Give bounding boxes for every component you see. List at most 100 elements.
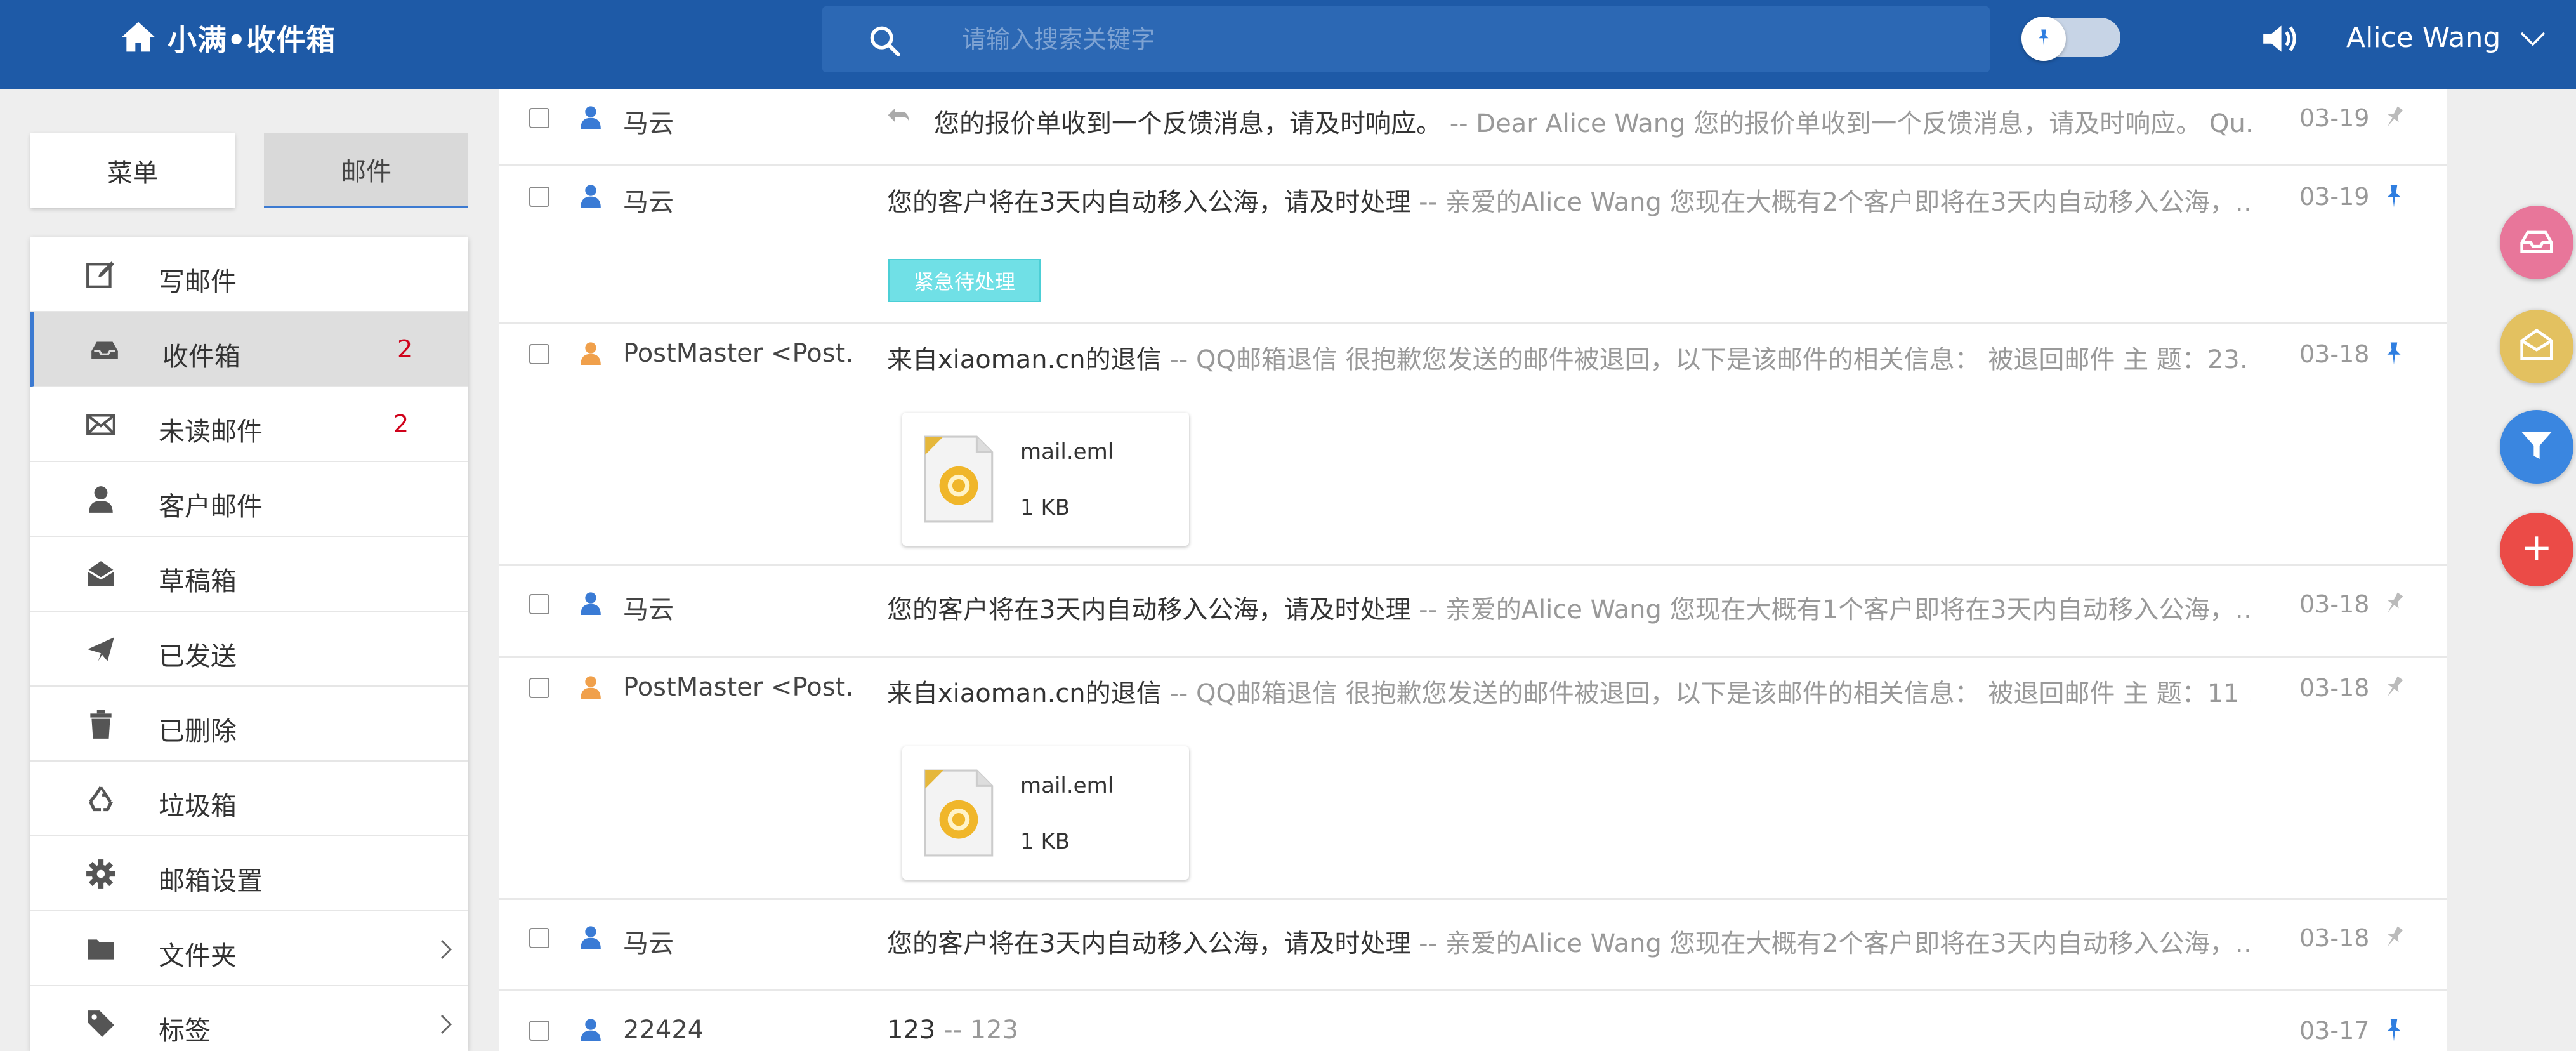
mail-summary[interactable]: 您的客户将在3天内自动移入公海，请及时处理 -- 亲爱的Alice Wang 您… xyxy=(887,923,2251,960)
mail-date: 03-19 xyxy=(2299,183,2370,211)
mail-date: 03-18 xyxy=(2299,590,2370,618)
pin-icon[interactable] xyxy=(2381,673,2407,702)
row-checkbox[interactable] xyxy=(529,187,549,207)
mail-row[interactable]: 22424 123 -- 123 03-17 xyxy=(499,991,2447,1051)
chevron-down-icon xyxy=(2520,22,2546,54)
brand[interactable]: 小满•收件箱 xyxy=(121,17,336,60)
mail-preview: -- QQ邮箱退信 很抱歉您发送的邮件被退回，以下是该邮件的相关信息： 被退回邮… xyxy=(1161,679,2251,708)
mail-subject: 您的报价单收到一个反馈消息，请及时响应。 xyxy=(934,109,1442,138)
person-icon xyxy=(579,104,603,129)
mail-subject: 您的客户将在3天内自动移入公海，请及时处理 xyxy=(887,929,1411,958)
chevron-right-icon xyxy=(439,938,453,961)
mail-row[interactable]: 马云 您的客户将在3天内自动移入公海，请及时处理 -- 亲爱的Alice Wan… xyxy=(499,566,2447,658)
sidebar-item-label: 已发送 xyxy=(159,641,237,671)
sidebar-item-junk[interactable]: 垃圾箱 xyxy=(30,762,468,836)
row-checkbox[interactable] xyxy=(529,928,549,948)
sidebar-item-label: 文件夹 xyxy=(159,941,237,971)
sidebar-item-deleted[interactable]: 已删除 xyxy=(30,687,468,762)
brand-name: 小满•收件箱 xyxy=(168,23,336,57)
mail-row[interactable]: PostMaster <Post… 来自xiaoman.cn的退信 -- QQ邮… xyxy=(499,324,2447,566)
person-icon xyxy=(579,924,603,949)
attachment-name: mail.eml xyxy=(1020,439,1114,465)
mail-sender: 马云 xyxy=(623,595,674,625)
filter-fab-button[interactable] xyxy=(2500,410,2573,484)
mail-subject: 来自xiaoman.cn的退信 xyxy=(887,345,1162,374)
search-bar[interactable] xyxy=(822,6,1990,72)
sidebar-item-label: 邮箱设置 xyxy=(159,866,263,896)
mail-row[interactable]: 马云 您的报价单收到一个反馈消息，请及时响应。 -- Dear Alice Wa… xyxy=(499,89,2447,166)
mail-row[interactable]: 马云 您的客户将在3天内自动移入公海，请及时处理 -- 亲爱的Alice Wan… xyxy=(499,166,2447,324)
person-icon xyxy=(579,340,603,366)
compose-icon xyxy=(84,259,118,291)
mail-sender: PostMaster <Post… xyxy=(623,339,851,368)
person-icon xyxy=(579,590,603,616)
chevron-right-icon xyxy=(439,1013,453,1036)
mail-sender: PostMaster <Post… xyxy=(623,673,851,702)
inbox-fab-button[interactable] xyxy=(2500,206,2573,279)
open-envelope-icon xyxy=(84,559,118,590)
person-icon xyxy=(579,1017,603,1042)
mail-summary[interactable]: 来自xiaoman.cn的退信 -- QQ邮箱退信 很抱歉您发送的邮件被退回，以… xyxy=(887,339,2251,376)
mail-sender: 马云 xyxy=(623,109,674,138)
toggle-knob[interactable] xyxy=(2021,17,2066,61)
attachment-size: 1 KB xyxy=(1020,829,1070,854)
mail-summary[interactable]: 您的客户将在3天内自动移入公海，请及时处理 -- 亲爱的Alice Wang 您… xyxy=(887,182,2251,218)
mail-subject: 来自xiaoman.cn的退信 xyxy=(887,679,1162,708)
search-input[interactable] xyxy=(962,20,1914,58)
row-checkbox[interactable] xyxy=(529,344,549,364)
trash-icon xyxy=(84,708,118,740)
pin-icon[interactable] xyxy=(2381,923,2407,952)
tab-mail[interactable]: 邮件 xyxy=(264,133,468,208)
volume-icon[interactable] xyxy=(2259,19,2301,58)
sidebar-item-settings[interactable]: 邮箱设置 xyxy=(30,836,468,911)
user-menu[interactable]: Alice Wang xyxy=(2346,17,2546,58)
attachment-card[interactable]: mail.eml 1 KB xyxy=(902,413,1189,546)
search-icon[interactable] xyxy=(868,24,901,57)
sidebar-item-label: 收件箱 xyxy=(162,341,240,372)
row-checkbox[interactable] xyxy=(529,594,549,614)
mail-preview: -- Dear Alice Wang 您的报价单收到一个反馈消息，请及时响应。 … xyxy=(1442,109,2251,138)
sidebar-item-label: 客户邮件 xyxy=(159,491,263,522)
row-checkbox[interactable] xyxy=(529,108,549,128)
sidebar-item-label: 草稿箱 xyxy=(159,566,237,597)
mail-date: 03-18 xyxy=(2299,674,2370,702)
mail-preview: -- 亲爱的Alice Wang 您现在大概有2个客户即将在3天内自动移入公海，… xyxy=(1410,929,2251,958)
mail-date: 03-18 xyxy=(2299,340,2370,368)
pin-icon[interactable] xyxy=(2381,1015,2407,1045)
pin-icon[interactable] xyxy=(2381,182,2407,211)
pin-toggle[interactable] xyxy=(2021,17,2120,61)
sidebar-item-label: 写邮件 xyxy=(159,267,237,297)
mail-row[interactable]: 马云 您的客户将在3天内自动移入公海，请及时处理 -- 亲爱的Alice Wan… xyxy=(499,900,2447,991)
row-checkbox[interactable] xyxy=(529,1021,549,1041)
mail-summary[interactable]: 您的报价单收到一个反馈消息，请及时响应。 -- Dear Alice Wang … xyxy=(934,103,2251,140)
mail-date: 03-18 xyxy=(2299,924,2370,952)
sidebar-item-folders[interactable]: 文件夹 xyxy=(30,911,468,986)
mail-fab-button[interactable] xyxy=(2500,310,2573,383)
envelope-icon xyxy=(84,409,118,440)
mail-summary[interactable]: 123 -- 123 xyxy=(887,1015,2251,1045)
sidebar-item-unread[interactable]: 未读邮件 2 xyxy=(30,387,468,462)
row-checkbox[interactable] xyxy=(529,678,549,698)
pin-icon[interactable] xyxy=(2381,339,2407,368)
mail-preview: -- 亲爱的Alice Wang 您现在大概有2个客户即将在3天内自动移入公海，… xyxy=(1410,188,2251,217)
mail-summary[interactable]: 您的客户将在3天内自动移入公海，请及时处理 -- 亲爱的Alice Wang 您… xyxy=(887,589,2251,626)
sidebar-item-customer-mail[interactable]: 客户邮件 xyxy=(30,462,468,537)
sidebar-item-sent[interactable]: 已发送 xyxy=(30,612,468,687)
filter-icon xyxy=(2519,428,2554,466)
sidebar-item-compose[interactable]: 写邮件 xyxy=(30,237,468,312)
sidebar-item-inbox[interactable]: 收件箱 2 xyxy=(30,312,468,387)
add-fab-button[interactable] xyxy=(2500,513,2573,586)
mail-row[interactable]: PostMaster <Post… 来自xiaoman.cn的退信 -- QQ邮… xyxy=(499,658,2447,900)
mail-list: 马云 您的报价单收到一个反馈消息，请及时响应。 -- Dear Alice Wa… xyxy=(499,89,2447,1051)
mail-summary[interactable]: 来自xiaoman.cn的退信 -- QQ邮箱退信 很抱歉您发送的邮件被退回，以… xyxy=(887,673,2251,710)
pin-icon[interactable] xyxy=(2381,589,2407,618)
sidebar-item-drafts[interactable]: 草稿箱 xyxy=(30,537,468,612)
sidebar-item-tags[interactable]: 标签 xyxy=(30,986,468,1051)
user-name: Alice Wang xyxy=(2346,21,2501,54)
pin-icon[interactable] xyxy=(2381,103,2407,132)
unread-count: 2 xyxy=(393,410,409,438)
tab-menu[interactable]: 菜单 xyxy=(30,133,235,208)
attachment-card[interactable]: mail.eml 1 KB xyxy=(902,746,1189,880)
urgent-tag[interactable]: 紧急待处理 xyxy=(888,259,1041,302)
mail-preview: -- QQ邮箱退信 很抱歉您发送的邮件被退回，以下是该邮件的相关信息： 被退回邮… xyxy=(1161,345,2251,374)
